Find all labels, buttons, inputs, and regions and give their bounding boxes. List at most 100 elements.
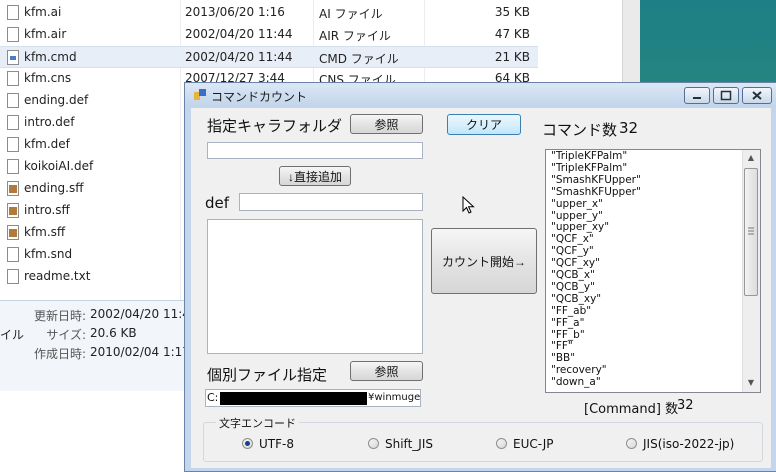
- file-icon: [7, 27, 19, 42]
- command-list-item[interactable]: "FF_a": [551, 317, 584, 329]
- command-list-scrollbar[interactable]: ▲ ▼: [742, 150, 760, 392]
- clear-button[interactable]: クリア: [447, 114, 521, 135]
- file-icon: [7, 5, 19, 20]
- def-label: def: [205, 194, 230, 212]
- file-date: 2002/04/20 11:44: [185, 50, 293, 64]
- command-list-item[interactable]: "SmashKFUpper": [551, 186, 641, 198]
- def-input[interactable]: [239, 193, 423, 211]
- sff-file-icon: [7, 181, 19, 196]
- command-list-item[interactable]: "QCF_x": [551, 234, 594, 245]
- radio-button-icon[interactable]: [368, 438, 379, 449]
- command-list-item[interactable]: "QCB_x": [551, 270, 595, 281]
- command-list-item[interactable]: "upper_y": [551, 210, 603, 222]
- file-size: 47 KB: [494, 27, 530, 41]
- modified-value: 2002/04/20 11:4: [90, 307, 190, 321]
- file-row[interactable]: kfm.air 2002/04/20 11:44 AIR ファイル 47 KB: [0, 24, 538, 46]
- command-list-item[interactable]: "FF_b": [551, 329, 585, 341]
- encoding-option-label: EUC-JP: [513, 437, 554, 451]
- file-type: AI ファイル: [319, 7, 383, 21]
- file-date: 2002/04/20 11:44: [185, 27, 293, 41]
- encoding-option-label: JIS(iso-2022-jp): [643, 437, 735, 451]
- file-name: ending.sff: [24, 181, 84, 195]
- command-list-item[interactable]: "QCF_y": [551, 246, 594, 257]
- title-bar[interactable]: コマンドカウント: [185, 83, 776, 107]
- command-list-item[interactable]: "upper_x": [551, 198, 603, 210]
- file-row[interactable]: kfm.ai 2013/06/20 1:16 AI ファイル 35 KB: [0, 2, 538, 24]
- command-count-label: コマンド数: [542, 121, 618, 139]
- command-list-item[interactable]: "FF": [551, 341, 573, 352]
- command-list-item[interactable]: "QCB_xy": [551, 293, 601, 305]
- file-name: koikoiAI.def: [24, 159, 94, 173]
- file-name: kfm.def: [24, 137, 70, 151]
- browse-file-button[interactable]: 参照: [350, 361, 423, 381]
- app-icon: [194, 89, 206, 100]
- path-suffix: ¥winmugen¥cl: [368, 392, 421, 403]
- file-icon: [7, 115, 19, 130]
- start-count-button[interactable]: カウント開始→: [431, 228, 537, 294]
- command-list-item[interactable]: "FF_ab": [551, 305, 591, 317]
- file-icon: [7, 137, 19, 152]
- command-count-value: 32: [619, 119, 639, 137]
- file-row[interactable]: kfm.cmd 2002/04/20 11:44 CMD ファイル 21 KB: [0, 46, 538, 68]
- command-list-item[interactable]: "QCF_xy": [551, 258, 600, 269]
- sff-file-icon: [7, 225, 19, 240]
- encoding-option-label: UTF-8: [259, 437, 294, 451]
- file-name: intro.sff: [24, 203, 70, 217]
- minimize-button[interactable]: [684, 87, 710, 104]
- dialog-client-area: 指定キャラフォルダ 参照 クリア コマンド数 32 ↓直接追加 def カウント…: [191, 108, 771, 468]
- file-name: kfm.snd: [24, 247, 73, 261]
- direct-add-button[interactable]: ↓直接追加: [279, 166, 351, 186]
- close-button[interactable]: [742, 87, 772, 104]
- file-icon: [7, 93, 19, 108]
- file-icon: [7, 247, 19, 262]
- file-name: kfm.cns: [24, 71, 72, 85]
- command-list-item[interactable]: "TripleKFPalm": [551, 162, 627, 174]
- command-list-item[interactable]: "upper_xy": [551, 222, 609, 233]
- folder-path-input[interactable]: [207, 142, 423, 159]
- file-name: kfm.air: [24, 27, 67, 41]
- maximize-button[interactable]: [713, 87, 739, 104]
- redacted-path-segment: [220, 392, 367, 405]
- folder-label: 指定キャラフォルダ: [207, 117, 343, 135]
- radio-button-icon[interactable]: [242, 438, 253, 449]
- bracket-count-label: [Command] 数: [584, 402, 679, 417]
- file-size: 35 KB: [494, 5, 530, 19]
- command-list-item[interactable]: "TripleKFPalm": [551, 151, 627, 162]
- command-count-dialog: コマンドカウント 指定キャラフォルダ 参照 クリア コマンド数 32 ↓直接追加…: [184, 82, 776, 472]
- file-type-fragment: イル: [0, 328, 25, 342]
- file-name: readme.txt: [24, 269, 91, 283]
- file-path-input[interactable]: C: ¥winmugen¥cl: [205, 389, 421, 407]
- sff-file-icon: [7, 203, 19, 218]
- cmd-file-icon: [7, 50, 19, 65]
- command-list-item[interactable]: "QCB_y": [551, 281, 595, 293]
- scroll-thumb[interactable]: [744, 168, 758, 296]
- command-list-item[interactable]: "BB": [551, 353, 575, 364]
- radio-button-icon[interactable]: [626, 438, 637, 449]
- def-list-box[interactable]: [207, 219, 423, 354]
- created-value: 2010/02/04 1:17: [90, 345, 190, 359]
- file-type: AIR ファイル: [319, 29, 391, 43]
- bracket-count-value: 32: [677, 398, 694, 413]
- command-list-item[interactable]: "down_a": [551, 377, 601, 388]
- window-title: コマンドカウント: [211, 90, 308, 104]
- scroll-down-arrow-icon[interactable]: ▼: [743, 375, 759, 391]
- command-list-box[interactable]: "TripleKFPalm" "TripleKFPalm" "SmashKFUppe…: [545, 149, 761, 393]
- file-name: kfm.cmd: [24, 50, 77, 64]
- file-name: intro.def: [24, 115, 75, 129]
- minimize-icon: [693, 97, 701, 99]
- size-value: 20.6 KB: [90, 326, 137, 340]
- scroll-up-arrow-icon[interactable]: ▲: [743, 150, 759, 166]
- command-list-item[interactable]: "SmashKFUpper": [551, 174, 641, 186]
- file-name: kfm.sff: [24, 225, 66, 239]
- encoding-group: 文字エンコード UTF-8 Shift_JIS EUC-JP JIS(iso-2022…: [203, 415, 763, 462]
- file-icon: [7, 269, 19, 284]
- size-label: サイズ:: [46, 328, 86, 342]
- browse-folder-button[interactable]: 参照: [350, 114, 423, 134]
- command-list-item[interactable]: "recovery": [551, 365, 607, 376]
- encoding-option-label: Shift_JIS: [385, 437, 433, 451]
- encoding-group-label: 文字エンコード: [216, 415, 299, 431]
- file-label: 個別ファイル指定: [207, 366, 328, 384]
- radio-button-icon[interactable]: [496, 438, 507, 449]
- file-date: 2013/06/20 1:16: [185, 5, 285, 19]
- file-name: kfm.ai: [24, 5, 62, 19]
